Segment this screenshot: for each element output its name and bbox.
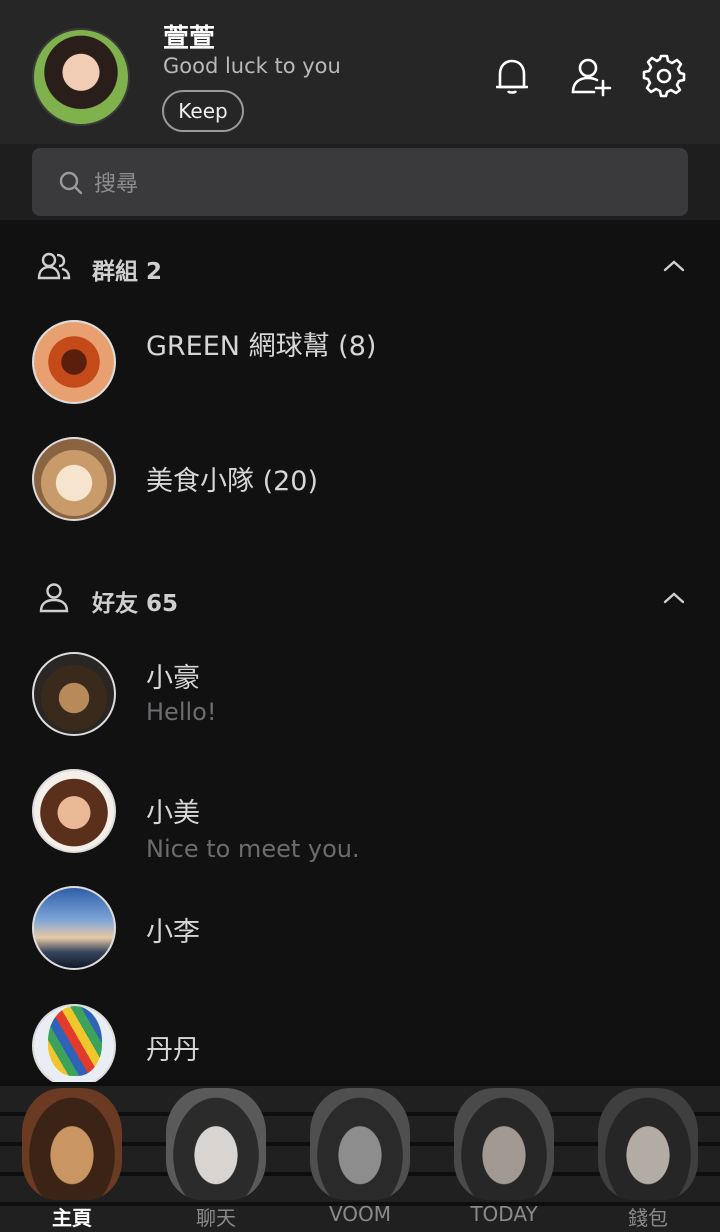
profile-avatar[interactable]: [32, 28, 130, 126]
tab-label: 聊天: [196, 1206, 236, 1230]
profile-header: 萱萱 Good luck to you Keep: [0, 0, 720, 144]
chevron-up-icon[interactable]: [660, 254, 688, 278]
chevron-up-icon[interactable]: [660, 586, 688, 610]
friend-avatar: [32, 886, 116, 970]
bell-icon[interactable]: [490, 54, 534, 98]
group-icon: [37, 252, 71, 280]
group-row[interactable]: GREEN 網球幫 (8): [0, 320, 720, 430]
group-avatar: [32, 320, 116, 404]
tab-wallet[interactable]: 錢包: [576, 1082, 720, 1232]
search-placeholder: 搜尋: [94, 172, 139, 197]
wallet-tab-character-icon: [598, 1088, 698, 1200]
groups-title: 群組 2: [92, 259, 163, 285]
keep-button[interactable]: Keep: [162, 90, 244, 132]
group-row[interactable]: 美食小隊 (20): [0, 437, 720, 547]
friends-title: 好友 65: [92, 591, 179, 617]
bottom-tab-bar: 主頁 聊天 VOOM TODAY 錢包: [0, 1082, 720, 1232]
voom-tab-character-icon: [310, 1088, 410, 1200]
friend-icon: [39, 583, 69, 613]
profile-status-message[interactable]: Good luck to you: [163, 54, 341, 78]
friend-status-message: Nice to meet you.: [146, 835, 360, 863]
tab-label: TODAY: [470, 1202, 538, 1226]
friend-name: 小李: [146, 917, 200, 948]
friend-row[interactable]: 小李: [0, 886, 720, 996]
group-name: 美食小隊 (20): [146, 466, 319, 497]
friend-avatar: [32, 1004, 116, 1088]
tab-label: 錢包: [628, 1206, 668, 1230]
today-tab-character-icon: [454, 1088, 554, 1200]
groups-section-header[interactable]: 群組 2: [0, 236, 720, 296]
friend-name: 小美: [146, 798, 200, 829]
settings-icon[interactable]: [642, 54, 686, 98]
home-tab-character-icon: [22, 1088, 122, 1200]
chat-tab-character-icon: [166, 1088, 266, 1200]
friend-name: 小豪: [146, 663, 200, 694]
add-friend-icon[interactable]: [568, 54, 612, 98]
search-bar-area: 搜尋: [0, 144, 720, 220]
friend-row[interactable]: 小豪 Hello!: [0, 652, 720, 762]
profile-name[interactable]: 萱萱: [163, 18, 215, 55]
search-input[interactable]: 搜尋: [32, 148, 688, 216]
search-icon: [59, 171, 83, 195]
friends-section-header[interactable]: 好友 65: [0, 568, 720, 628]
tab-label: VOOM: [328, 1202, 392, 1226]
friend-avatar: [32, 769, 116, 853]
friend-status-message: Hello!: [146, 698, 217, 726]
group-name: GREEN 網球幫 (8): [146, 331, 377, 362]
tab-chat[interactable]: 聊天: [144, 1082, 288, 1232]
group-avatar: [32, 437, 116, 521]
friend-name: 丹丹: [146, 1035, 200, 1066]
tab-voom[interactable]: VOOM: [288, 1082, 432, 1232]
friend-avatar: [32, 652, 116, 736]
tab-home[interactable]: 主頁: [0, 1082, 144, 1232]
friend-row[interactable]: 小美 Nice to meet you.: [0, 769, 720, 879]
tab-label: 主頁: [52, 1206, 92, 1230]
tab-today[interactable]: TODAY: [432, 1082, 576, 1232]
